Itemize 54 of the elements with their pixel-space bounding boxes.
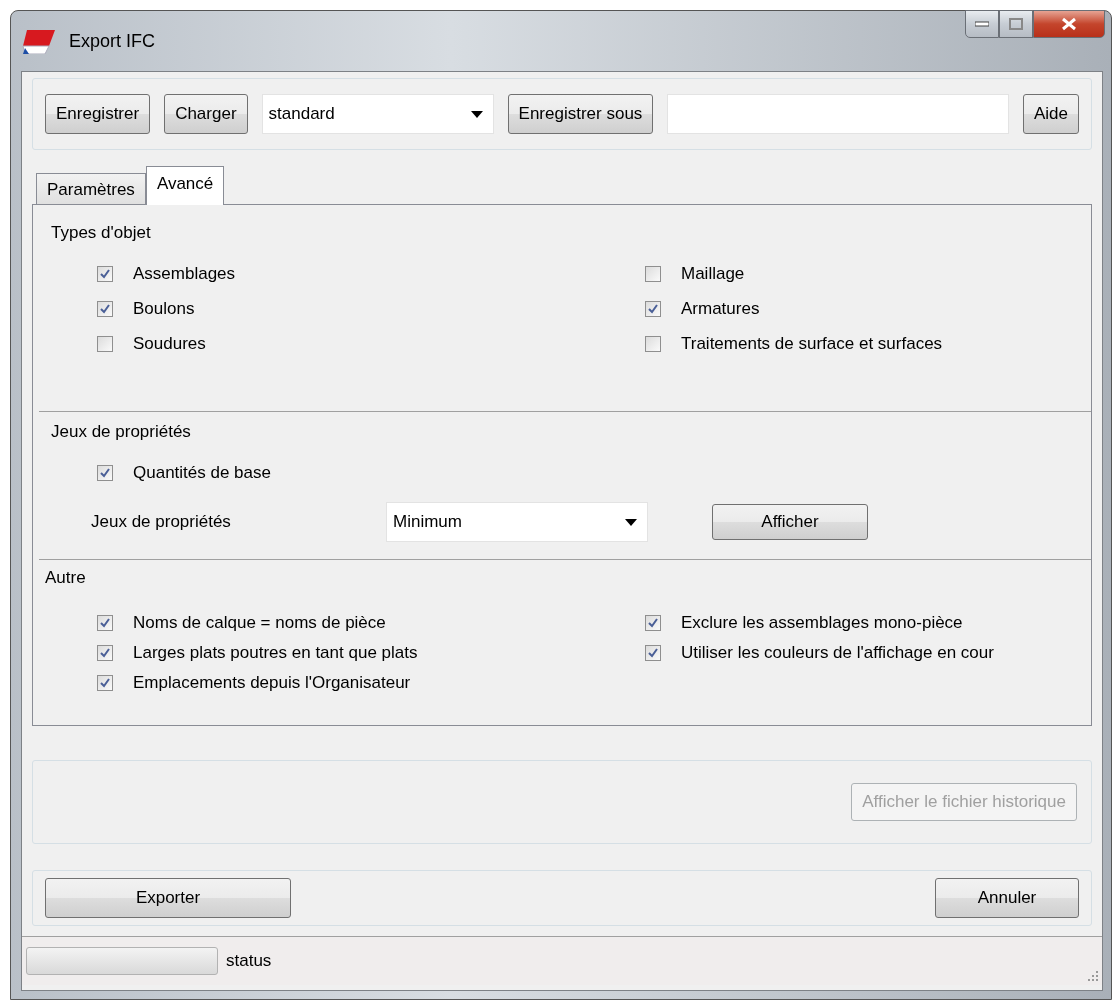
section-heading: Jeux de propriétés xyxy=(50,422,192,442)
maximize-button[interactable] xyxy=(999,10,1033,38)
maximize-icon xyxy=(1009,18,1023,30)
resize-grip-icon xyxy=(1086,969,1098,981)
checkbox[interactable] xyxy=(97,645,113,661)
checkbox[interactable] xyxy=(97,615,113,631)
minimize-button[interactable] xyxy=(965,10,999,38)
checkbox-label: Exclure les assemblages mono-pièce xyxy=(681,613,963,633)
checkbox[interactable] xyxy=(645,266,661,282)
checkbox-label: Quantités de base xyxy=(133,463,271,483)
field-label: Jeux de propriétés xyxy=(91,512,232,532)
checkbox[interactable] xyxy=(97,266,113,282)
checkbox-label: Utiliser les couleurs de l'affichage en cour xyxy=(681,643,994,663)
toolbar-button[interactable]: Enregistrer xyxy=(45,94,151,134)
checkbox[interactable] xyxy=(645,336,661,352)
section-heading: Types d'objet xyxy=(50,223,152,243)
checkbox-label: Armatures xyxy=(681,299,760,319)
checkbox-label: Larges plats poutres en tant que plats xyxy=(133,643,418,663)
show-button[interactable]: Afficher xyxy=(712,504,868,540)
name-field[interactable] xyxy=(667,94,1009,134)
tab[interactable]: Paramètres xyxy=(36,173,146,204)
checkbox[interactable] xyxy=(645,615,661,631)
save-as-button[interactable]: Enregistrer sous xyxy=(507,94,654,134)
window-title: Export IFC xyxy=(69,30,156,52)
checkbox-label: Emplacements depuis l'Organisateur xyxy=(133,673,411,693)
dropdown-arrow-icon xyxy=(470,110,483,118)
checkbox[interactable] xyxy=(97,675,113,691)
cancel-button[interactable]: Annuler xyxy=(935,878,1079,918)
checkbox[interactable] xyxy=(97,465,113,481)
status-text: status xyxy=(226,951,272,971)
preset-dropdown[interactable]: standard xyxy=(261,94,494,134)
dropdown-arrow-icon xyxy=(625,518,637,526)
checkbox[interactable] xyxy=(97,336,113,352)
dropdown-value: standard xyxy=(268,104,335,124)
checkbox[interactable] xyxy=(97,301,113,317)
minimize-icon xyxy=(975,21,989,27)
property-sets-dropdown[interactable]: Minimum xyxy=(386,502,648,542)
close-button[interactable] xyxy=(1033,10,1105,38)
tab[interactable]: Avancé xyxy=(145,166,225,205)
export-button[interactable]: Exporter xyxy=(45,878,291,918)
checkbox-label: Soudures xyxy=(133,334,206,354)
close-icon xyxy=(1061,17,1077,31)
checkbox-label: Traitements de surface et surfaces xyxy=(681,334,943,354)
app-logo-icon xyxy=(21,28,57,54)
checkbox-label: Noms de calque = noms de pièce xyxy=(133,613,386,633)
checkbox[interactable] xyxy=(645,301,661,317)
checkbox-label: Maillage xyxy=(681,264,745,284)
help-button[interactable]: Aide xyxy=(1022,94,1079,134)
toolbar-button[interactable]: Charger xyxy=(164,94,248,134)
checkbox-label: Assemblages xyxy=(133,264,236,284)
dropdown-value: Minimum xyxy=(393,512,462,532)
section-heading: Autre xyxy=(44,568,87,588)
checkbox[interactable] xyxy=(645,645,661,661)
checkbox-label: Boulons xyxy=(133,299,195,319)
